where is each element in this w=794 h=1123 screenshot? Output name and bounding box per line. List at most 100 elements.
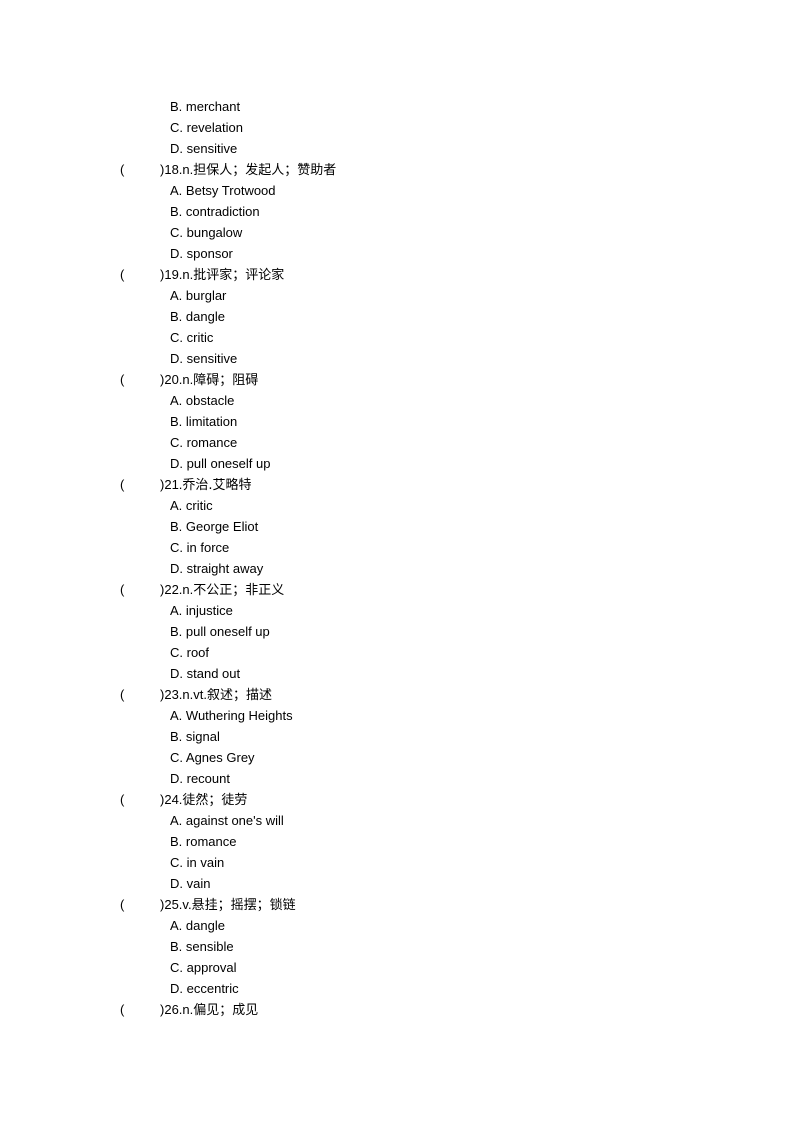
option-line[interactable]: A. injustice: [0, 600, 794, 621]
option-label: D.: [170, 561, 183, 576]
option-label: D.: [170, 876, 183, 891]
option-line[interactable]: D. sensitive: [0, 138, 794, 159]
answer-blank-open-paren[interactable]: (: [120, 159, 160, 180]
option-label: A.: [170, 603, 183, 618]
option-text: critic: [186, 330, 214, 345]
question-stem[interactable]: ()25.v.悬挂；摇摆；锁链: [0, 894, 794, 915]
answer-blank-open-paren[interactable]: (: [120, 369, 160, 390]
option-label: B.: [170, 204, 183, 219]
question-number: 24.: [164, 792, 183, 807]
option-label: D.: [170, 666, 183, 681]
answer-blank-open-paren[interactable]: (: [120, 684, 160, 705]
option-line[interactable]: A. Betsy Trotwood: [0, 180, 794, 201]
option-line[interactable]: C. Agnes Grey: [0, 747, 794, 768]
option-text: against one's will: [185, 813, 284, 828]
question-prompt-chinese: 障碍；阻碍: [193, 373, 259, 388]
question-prompt-chinese: 乔治.艾略特: [182, 478, 252, 493]
option-line[interactable]: D. pull oneself up: [0, 453, 794, 474]
part-of-speech: n.: [182, 267, 194, 282]
question-stem[interactable]: ()21.乔治.艾略特: [0, 474, 794, 495]
option-line[interactable]: B. sensible: [0, 936, 794, 957]
option-line[interactable]: B. George Eliot: [0, 516, 794, 537]
option-line[interactable]: D. vain: [0, 873, 794, 894]
option-text: eccentric: [186, 981, 239, 996]
question-prompt-chinese: 不公正；非正义: [193, 583, 285, 598]
option-text: limitation: [185, 414, 238, 429]
option-line[interactable]: C. bungalow: [0, 222, 794, 243]
question-list: B. merchant C. revelation D. sensitive()18…: [0, 96, 794, 1020]
option-line[interactable]: D. eccentric: [0, 978, 794, 999]
question-prompt-chinese: 叙述；描述: [207, 688, 273, 703]
option-label: B.: [170, 519, 183, 534]
option-line[interactable]: A. against one's will: [0, 810, 794, 831]
part-of-speech: v.: [182, 897, 192, 912]
option-line[interactable]: C. revelation: [0, 117, 794, 138]
option-line[interactable]: C. in vain: [0, 852, 794, 873]
option-line[interactable]: C. critic: [0, 327, 794, 348]
option-label: C.: [170, 120, 183, 135]
option-line[interactable]: B. contradiction: [0, 201, 794, 222]
option-text: sensitive: [186, 351, 238, 366]
option-line[interactable]: A. Wuthering Heights: [0, 705, 794, 726]
option-label: A.: [170, 498, 183, 513]
question-number: 23.: [164, 687, 183, 702]
question-prompt-chinese: 担保人；发起人；赞助者: [193, 163, 337, 178]
document-content: B. merchant C. revelation D. sensitive()18…: [0, 96, 794, 1020]
question-number: 21.: [164, 477, 183, 492]
document-page: B. merchant C. revelation D. sensitive()18…: [0, 0, 794, 1123]
answer-blank-open-paren[interactable]: (: [120, 999, 160, 1020]
option-text: critic: [185, 498, 213, 513]
question-stem[interactable]: ()23.n.vt.叙述；描述: [0, 684, 794, 705]
option-label: C.: [170, 225, 183, 240]
option-label: B.: [170, 834, 183, 849]
answer-blank-open-paren[interactable]: (: [120, 579, 160, 600]
option-line[interactable]: D. recount: [0, 768, 794, 789]
question-stem[interactable]: ()26.n.偏见；成见: [0, 999, 794, 1020]
option-line[interactable]: B. merchant: [0, 96, 794, 117]
option-label: D.: [170, 981, 183, 996]
question-stem[interactable]: ()19.n.批评家；评论家: [0, 264, 794, 285]
question-stem[interactable]: ()24.徒然；徒劳: [0, 789, 794, 810]
option-label: D.: [170, 771, 183, 786]
option-text: contradiction: [185, 204, 260, 219]
option-line[interactable]: C. in force: [0, 537, 794, 558]
option-line[interactable]: D. sponsor: [0, 243, 794, 264]
question-stem[interactable]: ()22.n.不公正；非正义: [0, 579, 794, 600]
option-line[interactable]: A. dangle: [0, 915, 794, 936]
option-line[interactable]: A. obstacle: [0, 390, 794, 411]
option-line[interactable]: D. sensitive: [0, 348, 794, 369]
option-line[interactable]: B. romance: [0, 831, 794, 852]
option-text: injustice: [185, 603, 233, 618]
option-label: B.: [170, 309, 183, 324]
option-text: in force: [186, 540, 230, 555]
answer-blank-open-paren[interactable]: (: [120, 789, 160, 810]
question-prompt-chinese: 偏见；成见: [193, 1003, 259, 1018]
question-number: 18.: [164, 162, 183, 177]
option-line[interactable]: B. dangle: [0, 306, 794, 327]
option-line[interactable]: B. signal: [0, 726, 794, 747]
option-text: approval: [186, 960, 237, 975]
option-line[interactable]: D. stand out: [0, 663, 794, 684]
option-line[interactable]: B. limitation: [0, 411, 794, 432]
option-label: B.: [170, 624, 183, 639]
option-text: merchant: [185, 99, 241, 114]
option-label: D.: [170, 456, 183, 471]
option-line[interactable]: C. roof: [0, 642, 794, 663]
option-line[interactable]: A. burglar: [0, 285, 794, 306]
option-label: C.: [170, 855, 183, 870]
question-stem[interactable]: ()18.n.担保人；发起人；赞助者: [0, 159, 794, 180]
option-label: C.: [170, 960, 183, 975]
answer-blank-open-paren[interactable]: (: [120, 264, 160, 285]
answer-blank-open-paren[interactable]: (: [120, 474, 160, 495]
option-line[interactable]: C. romance: [0, 432, 794, 453]
option-line[interactable]: A. critic: [0, 495, 794, 516]
option-text: recount: [186, 771, 230, 786]
part-of-speech: n.: [182, 582, 194, 597]
question-stem[interactable]: ()20.n.障碍；阻碍: [0, 369, 794, 390]
option-line[interactable]: D. straight away: [0, 558, 794, 579]
option-text: roof: [186, 645, 210, 660]
option-text: obstacle: [185, 393, 235, 408]
option-line[interactable]: B. pull oneself up: [0, 621, 794, 642]
answer-blank-open-paren[interactable]: (: [120, 894, 160, 915]
option-line[interactable]: C. approval: [0, 957, 794, 978]
